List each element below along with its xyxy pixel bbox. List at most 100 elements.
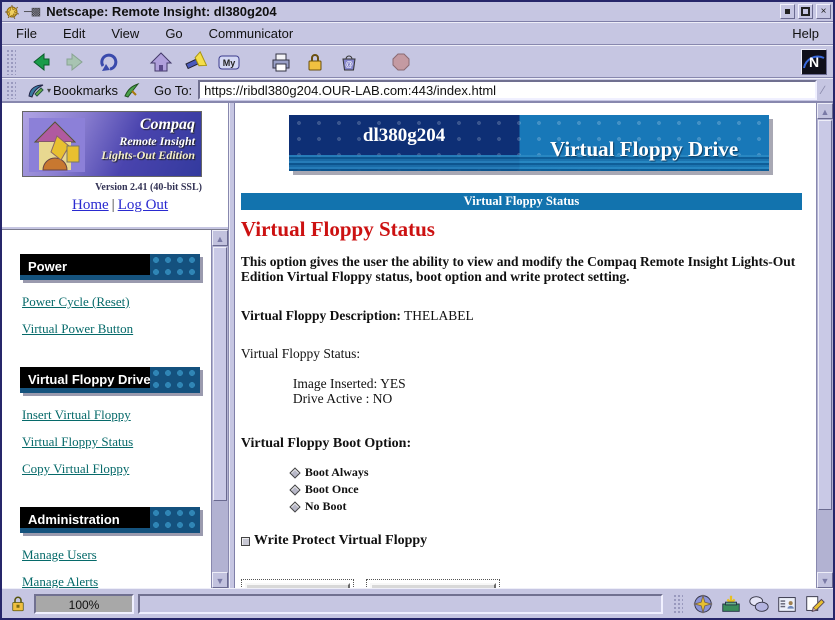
- virtual-floppy-section-header: Virtual Floppy Drive: [20, 367, 200, 393]
- sidebar-scrollbar-track[interactable]: [212, 246, 228, 572]
- compaq-logo: Compaq Remote Insight Lights-Out Edition: [22, 111, 202, 177]
- status-bar: 100%: [2, 588, 833, 618]
- address-book-button[interactable]: [773, 592, 801, 616]
- page-title: Virtual Floppy Status: [241, 217, 816, 242]
- menu-communicator[interactable]: Communicator: [209, 26, 294, 41]
- boot-once-option[interactable]: Boot Once: [289, 481, 816, 498]
- sidebar-nav-frame: Power Power Cycle (Reset) Virtual Power …: [2, 230, 228, 588]
- scroll-up-icon[interactable]: ▲: [212, 230, 228, 246]
- mailbox-button[interactable]: [717, 592, 745, 616]
- link-separator: |: [112, 197, 115, 213]
- bookmarks-label[interactable]: Bookmarks: [53, 83, 118, 98]
- power-section-header: Power: [20, 254, 200, 280]
- component-bar-grip[interactable]: [673, 594, 683, 614]
- main-scrollbar-track[interactable]: [817, 119, 833, 572]
- forward-button[interactable]: [60, 48, 90, 76]
- location-icon[interactable]: [122, 81, 140, 99]
- discussions-button[interactable]: [745, 592, 773, 616]
- back-button[interactable]: [26, 48, 56, 76]
- page-banner: dl380g204 Virtual Floppy Drive: [289, 115, 769, 171]
- progress-indicator: 100%: [34, 594, 134, 614]
- boot-once-label: Boot Once: [305, 482, 359, 497]
- security-lock-button[interactable]: [6, 593, 30, 615]
- sidebar-scrollbar[interactable]: ▲ ▼: [211, 230, 228, 588]
- maximize-button[interactable]: [798, 4, 813, 19]
- address-book-icon: [776, 593, 798, 615]
- menu-help[interactable]: Help: [792, 26, 819, 41]
- discussions-icon: [748, 593, 770, 615]
- home-icon: [149, 50, 173, 74]
- drive-active-value: Drive Active : NO: [293, 391, 816, 406]
- sidebar-item-virtual-floppy-status[interactable]: Virtual Floppy Status: [22, 434, 211, 450]
- netscape-window-icon: [4, 4, 22, 20]
- menu-file[interactable]: File: [16, 26, 37, 41]
- sidebar-item-insert-virtual-floppy[interactable]: Insert Virtual Floppy: [22, 407, 211, 423]
- sidebar-item-copy-virtual-floppy[interactable]: Copy Virtual Floppy: [22, 461, 211, 477]
- stop-button[interactable]: [386, 48, 416, 76]
- boot-always-option[interactable]: Boot Always: [289, 464, 816, 481]
- close-button[interactable]: ×: [816, 4, 831, 19]
- home-link[interactable]: Home: [72, 197, 109, 213]
- sidebar-item-power-cycle[interactable]: Power Cycle (Reset): [22, 294, 211, 310]
- location-bar-grip[interactable]: [6, 81, 16, 99]
- sidebar-item-manage-users[interactable]: Manage Users: [22, 547, 211, 563]
- reload-button[interactable]: [94, 48, 124, 76]
- logout-link[interactable]: Log Out: [118, 197, 168, 213]
- search-button[interactable]: [180, 48, 210, 76]
- logo-text: Compaq Remote Insight Lights-Out Edition: [101, 116, 195, 162]
- sidebar-item-manage-alerts[interactable]: Manage Alerts: [22, 574, 211, 588]
- radio-icon[interactable]: [289, 467, 300, 478]
- sidebar-scrollbar-thumb[interactable]: [213, 247, 227, 501]
- bookmarks-icon[interactable]: [26, 81, 46, 99]
- back-icon: [29, 50, 53, 74]
- home-button[interactable]: [146, 48, 176, 76]
- menu-view[interactable]: View: [111, 26, 139, 41]
- shop-button[interactable]: @: [334, 48, 364, 76]
- floppy-status-values: Image Inserted: YES Drive Active : NO: [293, 376, 816, 406]
- my-netscape-button[interactable]: My: [214, 48, 244, 76]
- goto-label: Go To:: [154, 83, 192, 98]
- shop-icon: @: [337, 50, 361, 74]
- navigator-button[interactable]: [689, 592, 717, 616]
- write-protect-option[interactable]: Write Protect Virtual Floppy: [241, 533, 816, 549]
- radio-icon[interactable]: [289, 501, 300, 512]
- sidebar-item-virtual-power-button[interactable]: Virtual Power Button: [22, 321, 211, 337]
- netscape-logo[interactable]: N: [801, 49, 827, 75]
- radio-icon[interactable]: [289, 484, 300, 495]
- floppy-description-value: THELABEL: [404, 308, 474, 323]
- floppy-description-label: Virtual Floppy Description:: [241, 308, 401, 323]
- sidebar-nav: Power Power Cycle (Reset) Virtual Power …: [2, 230, 211, 588]
- scroll-down-icon[interactable]: ▼: [212, 572, 228, 588]
- minimize-button[interactable]: [780, 4, 795, 19]
- forward-icon: [63, 50, 87, 74]
- no-boot-option[interactable]: No Boot: [289, 498, 816, 515]
- composer-button[interactable]: [801, 592, 829, 616]
- security-button[interactable]: [300, 48, 330, 76]
- bookmarks-dropdown-arrow[interactable]: ▾: [47, 86, 51, 95]
- menu-go[interactable]: Go: [165, 26, 182, 41]
- checkbox-icon[interactable]: [241, 537, 250, 546]
- svg-text:N: N: [809, 54, 819, 70]
- navigation-toolbar: My @: [2, 45, 833, 78]
- logo-line2: Lights-Out Edition: [101, 148, 195, 162]
- sidebar-header: Compaq Remote Insight Lights-Out Edition…: [2, 103, 228, 230]
- reload-icon: [97, 50, 121, 74]
- menu-edit[interactable]: Edit: [63, 26, 85, 41]
- print-icon: [269, 50, 293, 74]
- toolbar-grip[interactable]: [6, 49, 16, 75]
- scroll-down-icon[interactable]: ▼: [817, 572, 833, 588]
- stop-icon: [389, 50, 413, 74]
- url-input[interactable]: [198, 80, 817, 100]
- logo-brand: Compaq: [101, 116, 195, 134]
- main-scrollbar-thumb[interactable]: [818, 120, 832, 510]
- nav-section-administration: Administration Manage Users Manage Alert…: [20, 507, 211, 588]
- url-resize-grip[interactable]: ∕: [817, 83, 829, 97]
- main-scrollbar[interactable]: ▲ ▼: [816, 103, 833, 588]
- floppy-description-row: Virtual Floppy Description: THELABEL: [241, 308, 816, 324]
- scroll-up-icon[interactable]: ▲: [817, 103, 833, 119]
- lights-out-house-icon: [27, 116, 87, 174]
- server-name: dl380g204: [289, 125, 519, 147]
- print-button[interactable]: [266, 48, 296, 76]
- pushpin-icon[interactable]: ─▩: [24, 5, 40, 18]
- title-bar[interactable]: ─▩ Netscape: Remote Insight: dl380g204 ×: [2, 2, 833, 22]
